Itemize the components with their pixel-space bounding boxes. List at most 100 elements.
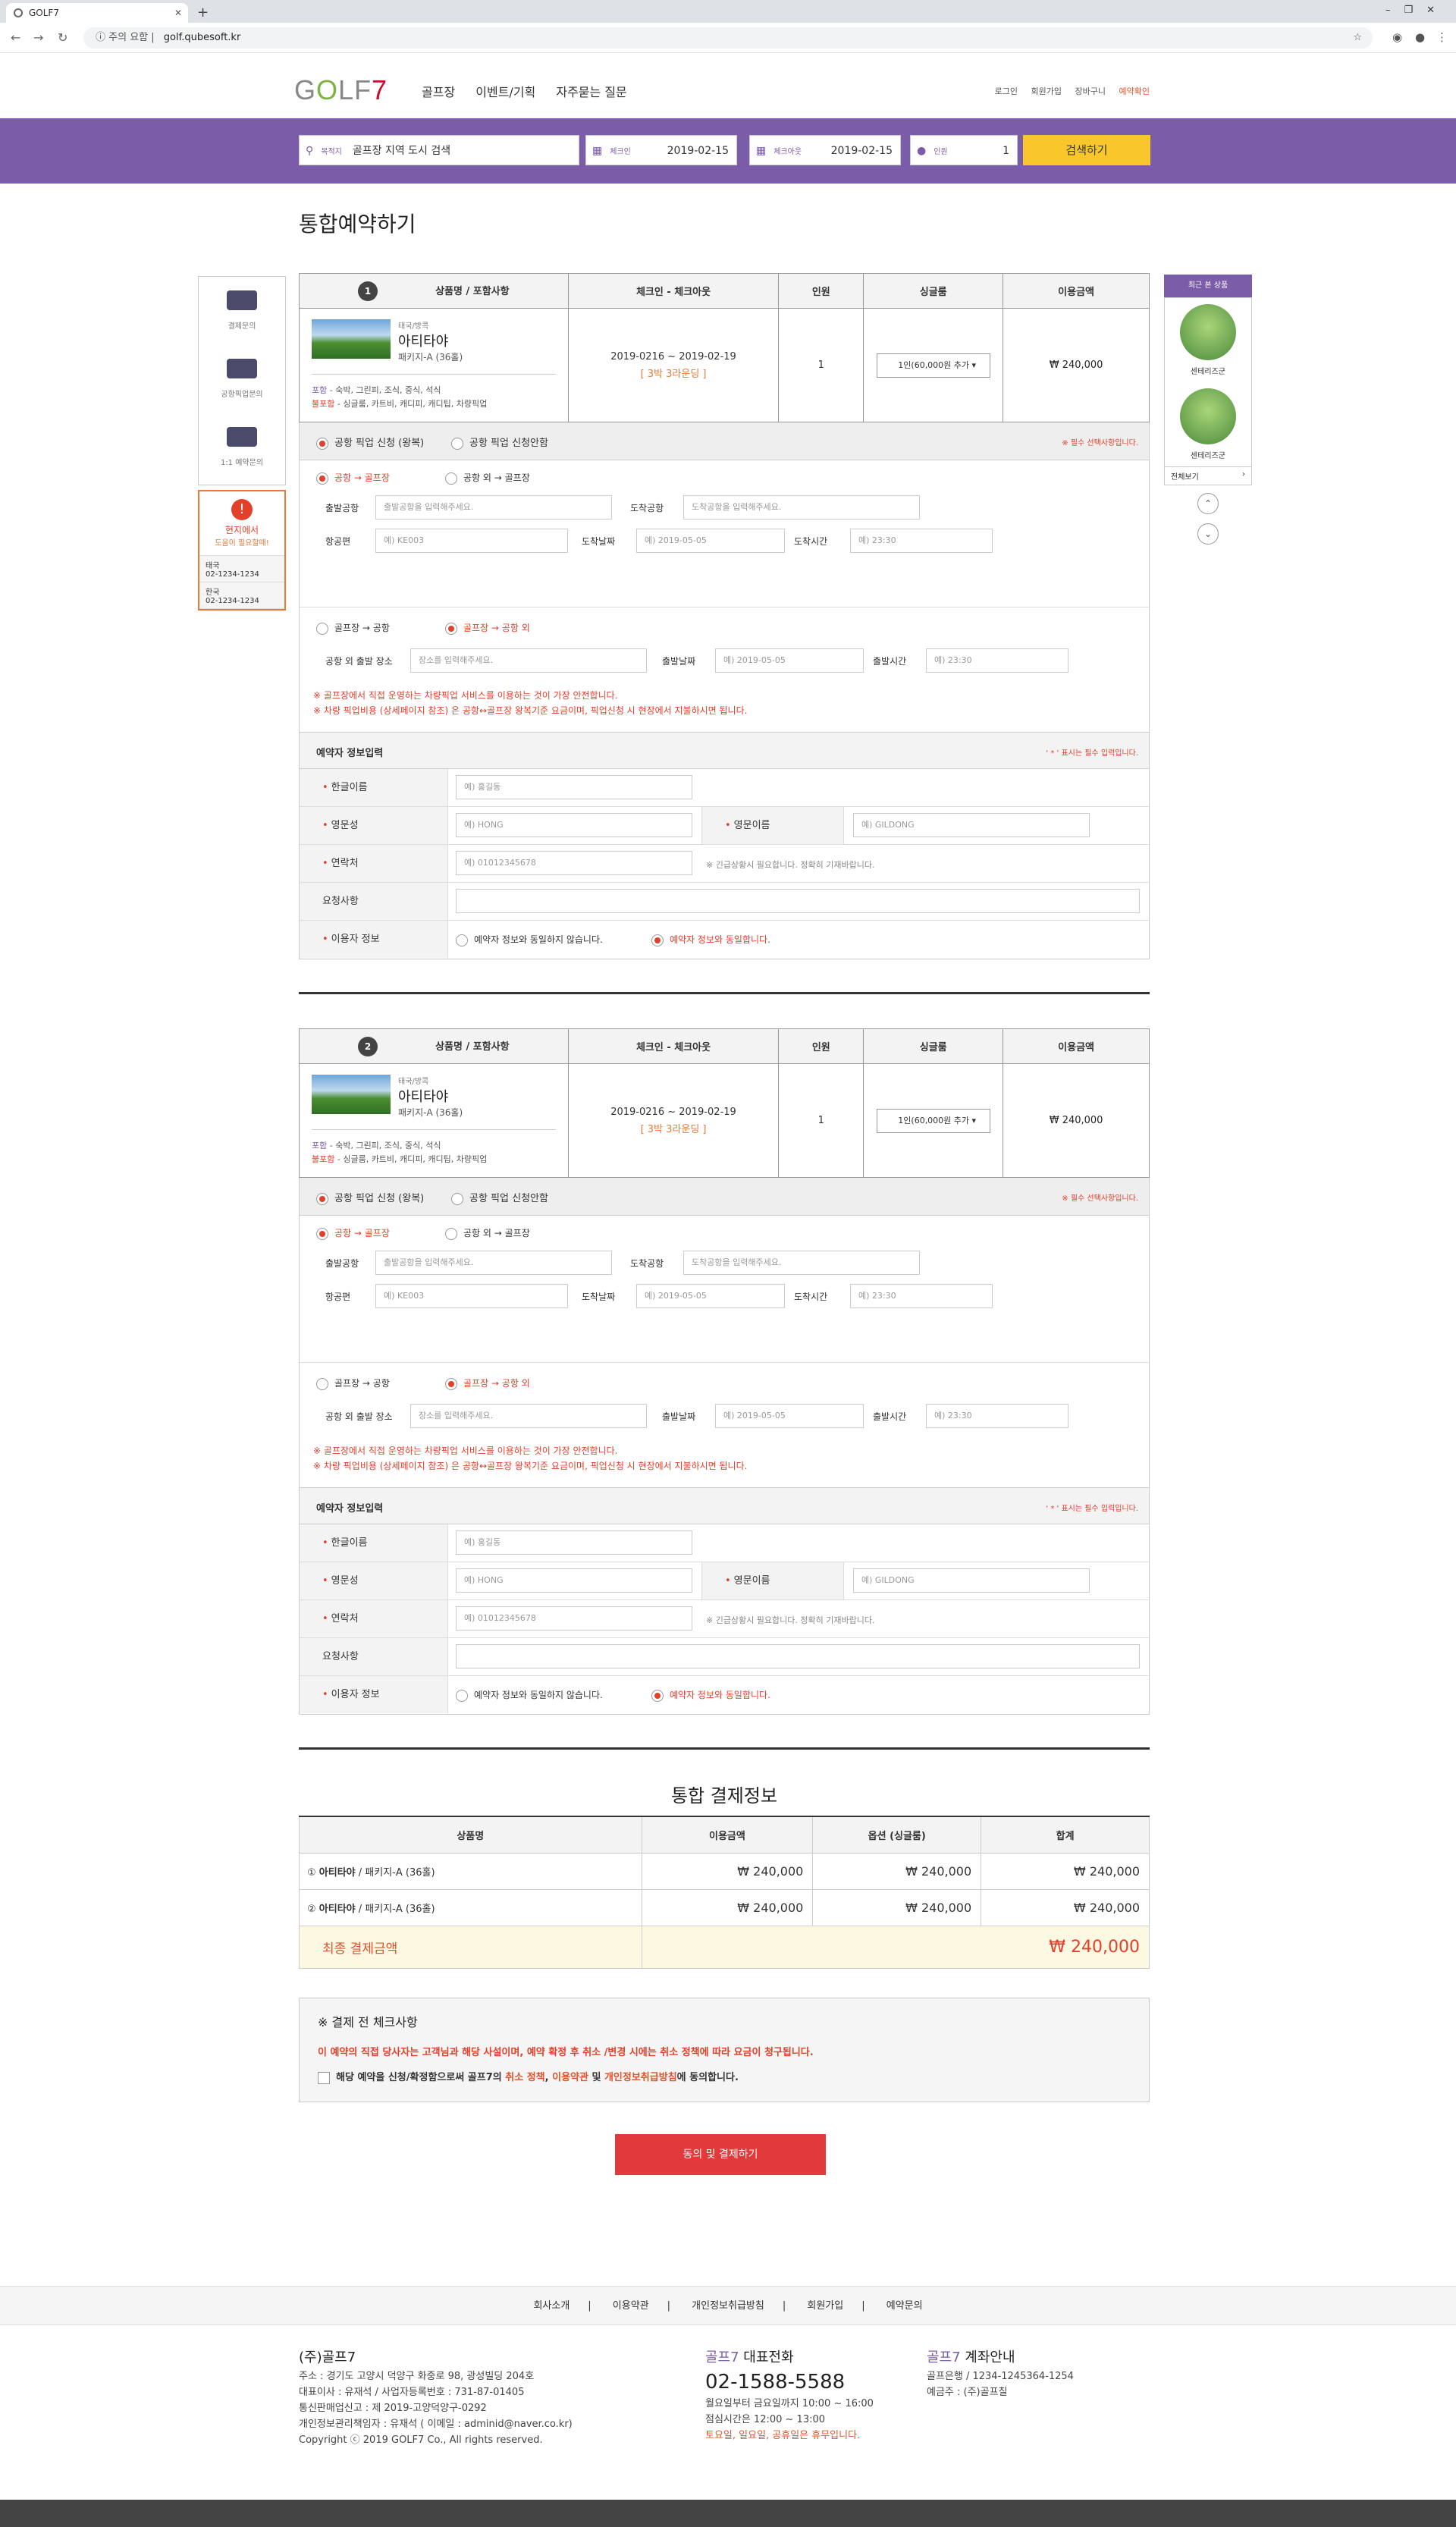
url-field[interactable]: ⓘ 주의 요함 | golf.qubesoft.kr ☆ [83, 27, 1373, 49]
user-not-same-radio[interactable]: 예약자 정보와 동일하지 않습니다. [456, 1688, 603, 1702]
pax-field[interactable]: ● 인원 1 [910, 135, 1018, 165]
dropdown-arrow-icon: ▾ [971, 1115, 977, 1125]
search-button[interactable]: 검색하기 [1023, 135, 1150, 165]
one-to-one-inquiry[interactable]: 1:1 예약문의 [199, 413, 285, 482]
pickup-apply-radio[interactable]: 공항 픽업 신청 (왕복) [316, 435, 424, 450]
search-bar: ⚲ 목적지 골프장 지역 도시 검색 ▦ 체크인 2019-02-15 ▦ 체크아웃 201… [0, 118, 1456, 184]
alert-icon: ! [231, 499, 253, 520]
single-room-select[interactable]: 1인(60,000원 추가 ▾ [876, 1108, 990, 1133]
route-golf-airport-radio[interactable]: 골프장 → 공항 [316, 621, 390, 635]
golf7-logo[interactable]: GOLF7 [294, 74, 388, 106]
main-nav: 골프장 이벤트/기획 자주묻는 질문 [422, 82, 644, 100]
pickup-notice: ※ 골프장에서 직접 운영하는 차량픽업 서비스를 이용하는 것이 가장 안전합… [313, 1446, 748, 1471]
contact-input[interactable]: 예) 01012345678 [456, 1606, 692, 1631]
destination-field[interactable]: ⚲ 목적지 골프장 지역 도시 검색 [299, 135, 579, 165]
depart-date-input[interactable]: 예) 2019-05-05 [715, 1404, 864, 1428]
arrive-time-input[interactable]: 예) 23:30 [850, 1284, 993, 1308]
col-product: 상품명 [299, 1816, 642, 1854]
tab-close-icon[interactable]: ✕ [174, 3, 182, 23]
user-same-radio[interactable]: 예약자 정보와 동일합니다. [651, 933, 770, 946]
arrive-date-input[interactable]: 예) 2019-05-05 [636, 1284, 785, 1308]
last-name-input[interactable]: 예) HONG [456, 813, 692, 837]
payment-inquiry[interactable]: 결제문의 [199, 277, 285, 345]
col-single-room: 싱글룸 [863, 273, 1004, 309]
recent-item[interactable]: 센테리즈군 [1165, 298, 1251, 382]
scroll-up-icon[interactable]: ⌃ [1197, 493, 1219, 514]
pickup-place-input[interactable]: 장소를 입력해주세요. [410, 1404, 647, 1428]
flight-input[interactable]: 예) KE003 [375, 529, 568, 553]
reload-icon[interactable]: ↻ [58, 30, 67, 45]
depart-time-input[interactable]: 예) 23:30 [926, 648, 1068, 673]
checkout-field[interactable]: ▦ 체크아웃 2019-02-15 [749, 135, 901, 165]
nav-golf-course[interactable]: 골프장 [422, 85, 455, 99]
terms-link[interactable]: 이용약관 [552, 2072, 588, 2083]
contact-input[interactable]: 예) 01012345678 [456, 851, 692, 875]
footer-terms[interactable]: 이용약관 [613, 2300, 649, 2312]
reservation-check-link[interactable]: 예약확인 [1119, 86, 1150, 96]
last-name-input[interactable]: 예) HONG [456, 1568, 692, 1593]
nav-events[interactable]: 이벤트/기획 [475, 85, 535, 99]
col-dates: 체크인 - 체크아웃 [567, 273, 780, 309]
request-input[interactable] [456, 1644, 1140, 1668]
korean-name-input[interactable]: 예) 홍길동 [456, 1530, 692, 1555]
arrive-airport-input[interactable]: 도착공항을 입력해주세요. [683, 1251, 920, 1275]
view-all-link[interactable]: 전체보기 [1165, 466, 1251, 485]
recent-item[interactable]: 센테리즈군 [1165, 382, 1251, 466]
request-input[interactable] [456, 889, 1140, 913]
profile-icon[interactable]: ● [1415, 30, 1425, 44]
footer-signup[interactable]: 회원가입 [807, 2300, 843, 2312]
address-bar: ← → ↻ ⓘ 주의 요함 | golf.qubesoft.kr ☆ ◉ ● ⋮ [0, 23, 1456, 53]
pre-payment-checks: ※ 결제 전 체크사항 이 예약의 직접 당사자는 고객님과 해당 사설이며, … [299, 1998, 1150, 2102]
route-airport-golf-radio[interactable]: 공항 → 골프장 [316, 471, 390, 485]
route-airport-golf-radio[interactable]: 공항 → 골프장 [316, 1226, 390, 1240]
scroll-down-icon[interactable]: ⌄ [1197, 523, 1219, 545]
user-same-radio[interactable]: 예약자 정보와 동일합니다. [651, 1688, 770, 1702]
footer-about[interactable]: 회사소개 [533, 2300, 570, 2312]
menu-icon[interactable]: ⋮ [1436, 30, 1448, 44]
footer: (주)골프7 주소 : 경기도 고양시 덕양구 화중로 98, 광성빌딩 204… [0, 2325, 1456, 2500]
first-name-input[interactable]: 예) GILDONG [853, 1568, 1090, 1593]
signup-link[interactable]: 회원가입 [1031, 86, 1062, 96]
arrive-time-input[interactable]: 예) 23:30 [850, 529, 993, 553]
arrive-date-input[interactable]: 예) 2019-05-05 [636, 529, 785, 553]
depart-airport-input[interactable]: 출발공항을 입력해주세요. [375, 1251, 612, 1275]
depart-date-input[interactable]: 예) 2019-05-05 [715, 648, 864, 673]
flight-input[interactable]: 예) KE003 [375, 1284, 568, 1308]
login-link[interactable]: 로그인 [995, 86, 1018, 96]
back-icon[interactable]: ← [11, 30, 20, 45]
korean-name-input[interactable]: 예) 홍길동 [456, 775, 692, 799]
arrive-airport-input[interactable]: 도착공항을 입력해주세요. [683, 495, 920, 520]
route-golf-other-radio[interactable]: 골프장 → 공항 외 [445, 621, 530, 635]
cart-link[interactable]: 장바구니 [1075, 86, 1106, 96]
route-other-golf-radio[interactable]: 공항 외 → 골프장 [445, 471, 530, 485]
nav-faq[interactable]: 자주묻는 질문 [556, 85, 626, 99]
new-tab-icon[interactable]: + [197, 5, 209, 20]
route-golf-other-radio[interactable]: 골프장 → 공항 외 [445, 1377, 530, 1390]
checkin-field[interactable]: ▦ 체크인 2019-02-15 [585, 135, 737, 165]
agree-checkbox[interactable] [318, 2071, 330, 2084]
agree-and-pay-button[interactable]: 동의 및 결제하기 [615, 2134, 826, 2175]
pickup-none-radio[interactable]: 공항 픽업 신청안함 [451, 435, 548, 450]
pickup-place-input[interactable]: 장소를 입력해주세요. [410, 648, 647, 673]
footer-privacy[interactable]: 개인정보취급방침 [692, 2300, 764, 2312]
window-controls-icon[interactable]: –❐✕ [1385, 5, 1448, 16]
user-not-same-radio[interactable]: 예약자 정보와 동일하지 않습니다. [456, 933, 603, 946]
airport-pickup-inquiry[interactable]: 공항픽업문의 [199, 345, 285, 413]
depart-time-input[interactable]: 예) 23:30 [926, 1404, 1068, 1428]
single-room-select[interactable]: 1인(60,000원 추가 ▾ [876, 353, 990, 378]
extension-icon[interactable]: ◉ [1392, 30, 1402, 44]
privacy-link[interactable]: 개인정보취급방침 [604, 2072, 677, 2083]
pickup-none-radio[interactable]: 공항 픽업 신청안함 [451, 1190, 548, 1205]
route-other-golf-radio[interactable]: 공항 외 → 골프장 [445, 1226, 530, 1240]
info-icon[interactable]: ⓘ [96, 32, 105, 43]
pickup-apply-radio[interactable]: 공항 픽업 신청 (왕복) [316, 1190, 424, 1205]
bookmark-star-icon[interactable]: ☆ [1353, 27, 1362, 49]
footer-inquiry[interactable]: 예약문의 [886, 2300, 923, 2312]
route-golf-airport-radio[interactable]: 골프장 → 공항 [316, 1377, 390, 1390]
depart-airport-input[interactable]: 출발공항을 입력해주세요. [375, 495, 612, 520]
first-name-input[interactable]: 예) GILDONG [853, 813, 1090, 837]
browser-tab-strip: GOLF7 ✕ + –❐✕ [0, 0, 1456, 23]
browser-tab[interactable]: GOLF7 ✕ [6, 3, 188, 23]
cancel-policy-link[interactable]: 취소 정책 [505, 2072, 544, 2083]
forward-icon[interactable]: → [33, 30, 43, 45]
